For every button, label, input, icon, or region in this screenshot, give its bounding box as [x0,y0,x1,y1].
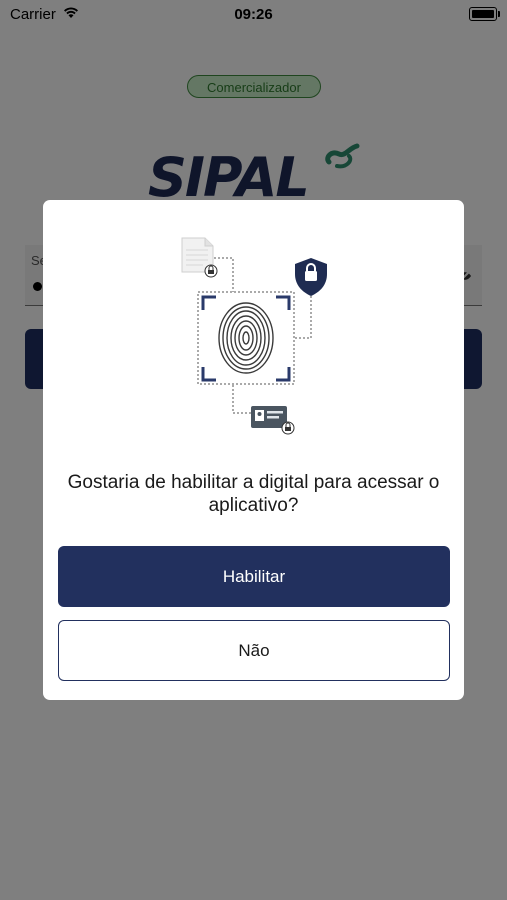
enable-biometric-button[interactable]: Habilitar [58,546,450,607]
biometric-dialog: Gostaria de habilitar a digital para ace… [43,200,464,700]
biometric-question: Gostaria de habilitar a digital para ace… [67,472,440,516]
shield-lock-icon [295,258,327,296]
biometric-illustration [181,237,327,435]
document-lock-icon [181,237,218,278]
decline-biometric-button[interactable]: Não [58,620,450,681]
id-card-lock-icon [251,406,295,435]
fingerprint-icon [218,302,274,374]
